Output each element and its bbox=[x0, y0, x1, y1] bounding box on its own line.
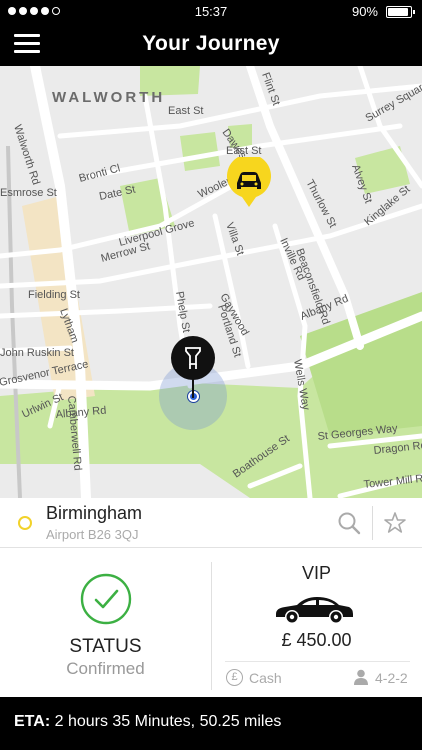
map-canvas: WALWORTH Walworth RdEast StFlint StDawes… bbox=[0, 66, 422, 498]
price: £ 450.00 bbox=[281, 630, 352, 650]
eta-bar: ETA: 2 hours 35 Minutes, 50.25 miles bbox=[0, 697, 422, 750]
street-label: Bronti Cl bbox=[78, 162, 122, 185]
payment-method: Cash bbox=[249, 670, 282, 686]
pickup-marker[interactable] bbox=[170, 336, 216, 408]
status-value: Confirmed bbox=[66, 659, 145, 678]
divider bbox=[372, 506, 373, 540]
map-park bbox=[180, 132, 220, 171]
destination-subtitle: Airport B26 3QJ bbox=[46, 527, 139, 542]
vehicle-class: VIP bbox=[301, 563, 331, 583]
eta-label: ETA: bbox=[14, 713, 51, 730]
map-area-label: WALWORTH bbox=[52, 89, 165, 106]
street-label: East St bbox=[168, 105, 203, 117]
check-circle-icon bbox=[80, 573, 132, 625]
status-bar: 15:37 90% bbox=[0, 0, 422, 22]
street-label: Walworth Rd bbox=[11, 123, 42, 186]
street-label: John Ruskin St bbox=[0, 347, 74, 359]
person-icon bbox=[354, 669, 368, 685]
taxi-icon bbox=[227, 157, 271, 207]
eta-value: 2 hours 35 Minutes, 50.25 miles bbox=[54, 713, 282, 730]
nav-bar: Your Journey bbox=[0, 22, 422, 66]
star-icon[interactable] bbox=[382, 510, 408, 536]
car-icon bbox=[273, 594, 355, 624]
battery-icon bbox=[386, 6, 415, 18]
destination-title: Birmingham bbox=[46, 503, 143, 523]
battery-percent: 90% bbox=[351, 4, 378, 19]
currency-pound-icon: £ bbox=[226, 669, 243, 686]
street-label: Fielding St bbox=[28, 289, 80, 301]
passenger-luggage-count: 4-2-2 bbox=[375, 670, 408, 686]
street-label: Esmrose St bbox=[0, 187, 57, 199]
passenger-pin-icon bbox=[171, 336, 215, 398]
page-title: Your Journey bbox=[142, 32, 280, 55]
booking-info-panel: STATUS Confirmed VIP £ 450.00 £ Cash 4-2… bbox=[0, 548, 422, 697]
divider bbox=[225, 661, 410, 662]
map-view[interactable]: WALWORTH Walworth Rd East St Flint St Dawes… bbox=[0, 66, 422, 498]
status-label: STATUS bbox=[69, 636, 142, 657]
search-icon[interactable] bbox=[336, 510, 362, 536]
taxi-location-marker[interactable] bbox=[226, 157, 272, 209]
street-label: Villa St bbox=[223, 221, 246, 257]
street-label: East St bbox=[226, 145, 261, 157]
destination-dot-icon bbox=[18, 516, 32, 530]
destination-bar[interactable]: Birmingham Airport B26 3QJ bbox=[0, 498, 422, 548]
